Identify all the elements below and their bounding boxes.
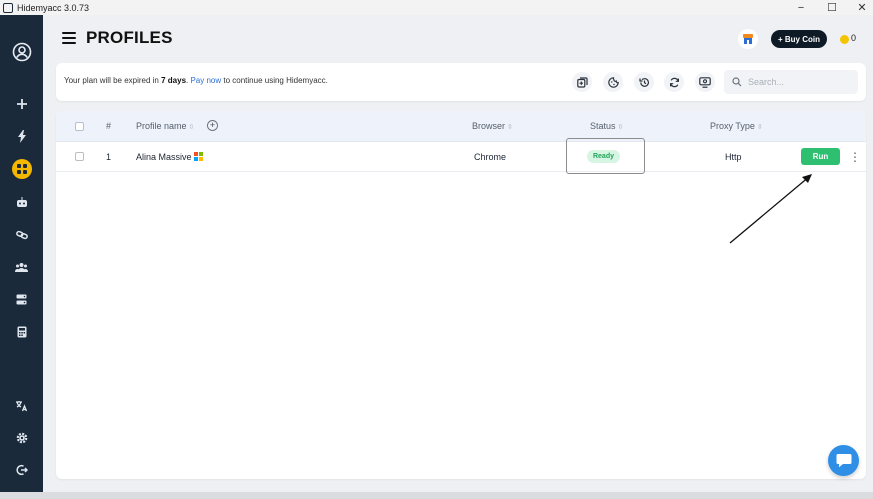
windows-os-icon [194,152,203,161]
profile-name[interactable]: Alina Massive [136,152,192,162]
grid-icon [11,159,32,179]
gear-icon [16,432,27,444]
robot-icon [16,196,27,207]
annotation-arrow [729,174,812,244]
close-button[interactable]: ✕ [847,0,873,15]
hamburger-line [62,32,76,34]
sidebar-item-team[interactable] [0,256,43,278]
sidebar-item-settings[interactable] [0,427,43,449]
monitor-icon [699,76,711,88]
window-title: Hidemyacc 3.0.73 [17,2,90,13]
calculator-icon [17,326,26,338]
run-button[interactable]: Run [801,148,840,165]
hamburger-line [62,37,76,39]
add-column-button[interactable]: + [207,120,218,131]
menu-toggle-button[interactable] [62,32,76,44]
sort-icon: ⇳ [188,124,195,131]
column-browser-label: Browser [472,121,506,131]
column-browser[interactable]: Browser ⇳ [472,121,513,131]
chat-bubble-icon [836,454,851,468]
row-index: 1 [106,152,112,162]
profile-proxy-type: Http [725,152,742,162]
more-options-icon[interactable]: ⋮ [849,149,861,165]
history-icon [638,77,649,87]
search-icon [732,77,742,87]
logout-icon [16,464,28,476]
users-icon [15,263,28,272]
coin-balance: 0 [851,33,857,43]
notice-days: 7 days [161,76,187,85]
import-profiles-button[interactable] [572,72,592,92]
status-highlight-box [566,138,645,174]
sidebar [0,15,43,492]
buy-coin-button[interactable]: + Buy Coin [771,30,827,48]
refresh-button[interactable] [664,72,684,92]
row-checkbox[interactable] [75,152,84,161]
sort-icon: ⇳ [756,124,763,131]
window-titlebar: Hidemyacc 3.0.73 − ☐ ✕ [0,0,873,15]
column-profile-name[interactable]: Profile name ⇳ [136,121,194,131]
sidebar-item-new-profile[interactable] [0,93,43,115]
notice-prefix: Your plan will be expired in [64,76,162,85]
sync-button[interactable] [695,72,715,92]
coin-icon [840,35,849,44]
cookie-button[interactable] [603,72,623,92]
plus-icon [16,99,27,109]
pay-now-link[interactable]: Pay now [190,76,221,85]
sidebar-item-profiles[interactable] [0,158,43,180]
column-proxy-type-label: Proxy Type [710,121,755,131]
sidebar-item-storage[interactable] [0,288,43,310]
notice-suffix: to continue using Hidemyacc. [221,76,328,85]
copy-plus-icon [576,76,588,88]
sidebar-item-logout[interactable] [0,459,43,481]
app-logo-icon [3,2,13,13]
table-header: # Profile name ⇳ + Browser ⇳ Status ⇳ Proxy… [56,111,866,142]
plan-expiry-message: Your plan will be expired in 7 days. Pay… [64,76,328,85]
translate-icon [16,401,28,412]
sidebar-item-proxy[interactable] [0,224,43,246]
column-status[interactable]: Status ⇳ [590,121,623,131]
sidebar-item-language[interactable] [0,395,43,417]
sidebar-item-quick-start[interactable] [0,125,43,147]
page-title: PROFILES [86,28,173,47]
search-input[interactable] [748,77,848,87]
column-status-label: Status [590,121,616,131]
column-profile-name-label: Profile name [136,121,187,131]
sidebar-item-billing[interactable] [0,321,43,343]
store-icon [743,34,753,44]
column-index: # [106,121,112,131]
profiles-table: # Profile name ⇳ + Browser ⇳ Status ⇳ Proxy… [56,111,866,479]
column-proxy-type[interactable]: Proxy Type ⇳ [710,121,763,131]
sort-icon: ⇳ [617,124,624,131]
user-circle-icon [12,42,31,62]
hamburger-line [62,42,76,44]
maximize-button[interactable]: ☐ [817,0,847,15]
chat-support-button[interactable] [828,445,859,476]
sort-icon: ⇳ [507,124,513,131]
plan-notice-bar: Your plan will be expired in 7 days. Pay… [56,63,866,101]
link-icon [15,230,28,240]
search-box[interactable] [724,70,858,94]
lightning-icon [17,129,26,143]
sidebar-item-account[interactable] [0,41,43,63]
history-button[interactable] [634,72,654,92]
profile-browser: Chrome [474,152,507,162]
store-button[interactable] [738,29,758,49]
refresh-icon [669,77,679,87]
minimize-button[interactable]: − [786,0,816,15]
server-icon [16,294,27,304]
sidebar-item-automation[interactable] [0,191,43,213]
bottom-edge [0,492,873,499]
select-all-checkbox[interactable] [75,122,84,131]
cookie-icon [607,76,619,88]
